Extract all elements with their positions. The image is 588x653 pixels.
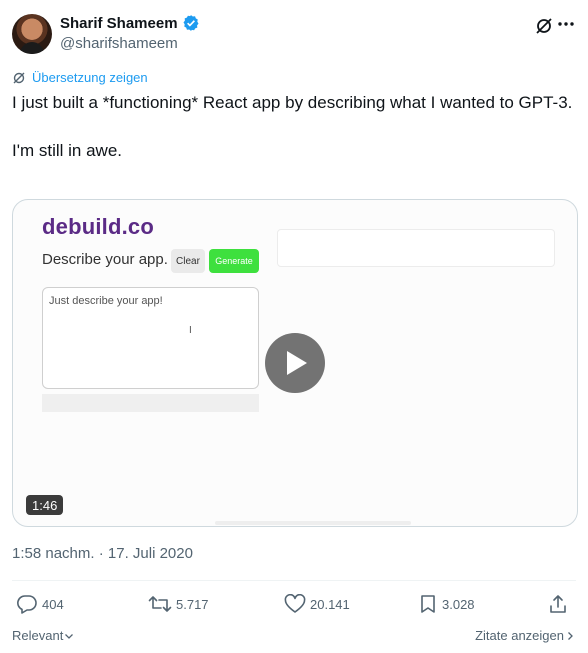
clear-button: Clear xyxy=(171,249,205,273)
describe-textarea: Just describe your app! xyxy=(42,287,259,389)
avatar[interactable] xyxy=(12,14,52,54)
sort-label[interactable]: Relevant xyxy=(12,628,63,643)
translate-icon xyxy=(13,72,25,83)
bookmark-button[interactable]: 3.028 xyxy=(418,594,475,614)
quotes-label[interactable]: Zitate anzeigen xyxy=(475,628,564,643)
bookmark-icon xyxy=(421,595,435,613)
sort-dropdown[interactable]: Relevant xyxy=(12,628,75,643)
play-icon xyxy=(287,351,307,375)
bookmark-count: 3.028 xyxy=(442,596,475,612)
author-name[interactable]: Sharif Shameem xyxy=(60,15,178,32)
play-button[interactable] xyxy=(265,333,325,393)
verified-badge-icon[interactable] xyxy=(182,14,200,32)
output-bar xyxy=(42,394,259,412)
like-button[interactable]: 20.141 xyxy=(284,594,350,614)
reply-icon xyxy=(17,595,37,614)
translate-label[interactable]: Übersetzung zeigen xyxy=(32,70,148,85)
view-quotes-link[interactable]: Zitate anzeigen xyxy=(475,628,576,643)
divider xyxy=(12,580,576,581)
text-cursor: I xyxy=(189,325,192,336)
generate-button: Generate xyxy=(209,249,259,273)
heart-icon xyxy=(284,594,306,613)
chevron-right-icon xyxy=(568,631,573,640)
share-icon xyxy=(550,595,566,613)
retweet-icon xyxy=(148,596,172,612)
like-count: 20.141 xyxy=(310,596,350,612)
video-media[interactable]: debuild.co Describe your app. Clear Gene… xyxy=(12,199,578,527)
author-name-row[interactable]: Sharif Shameem xyxy=(60,14,200,32)
tweet-header: Sharif Shameem @sharifshameem xyxy=(12,12,576,56)
translate-link[interactable]: Übersetzung zeigen xyxy=(12,70,148,85)
more-options-icon[interactable] xyxy=(556,14,576,34)
reply-button[interactable]: 404 xyxy=(16,594,64,614)
tweet-timestamp[interactable]: 1:58 nachm. · 17. Juli 2020 xyxy=(12,545,193,562)
author-handle[interactable]: @sharifshameem xyxy=(60,35,178,52)
retweet-count: 5.717 xyxy=(176,596,209,612)
tweet-text: I just built a *functioning* React app b… xyxy=(12,93,573,160)
grok-icon[interactable] xyxy=(534,16,554,36)
video-scrubber[interactable] xyxy=(215,521,411,525)
reply-count: 404 xyxy=(42,596,64,612)
retweet-button[interactable]: 5.717 xyxy=(148,594,209,614)
chevron-down-icon xyxy=(65,633,74,639)
debuild-logo: debuild.co xyxy=(42,214,154,239)
describe-label: Describe your app. xyxy=(42,251,168,268)
video-duration: 1:46 xyxy=(26,495,64,515)
share-button[interactable] xyxy=(548,594,572,614)
action-bar: 404 5.717 20.141 3.028 xyxy=(12,594,576,616)
output-box xyxy=(277,229,555,267)
